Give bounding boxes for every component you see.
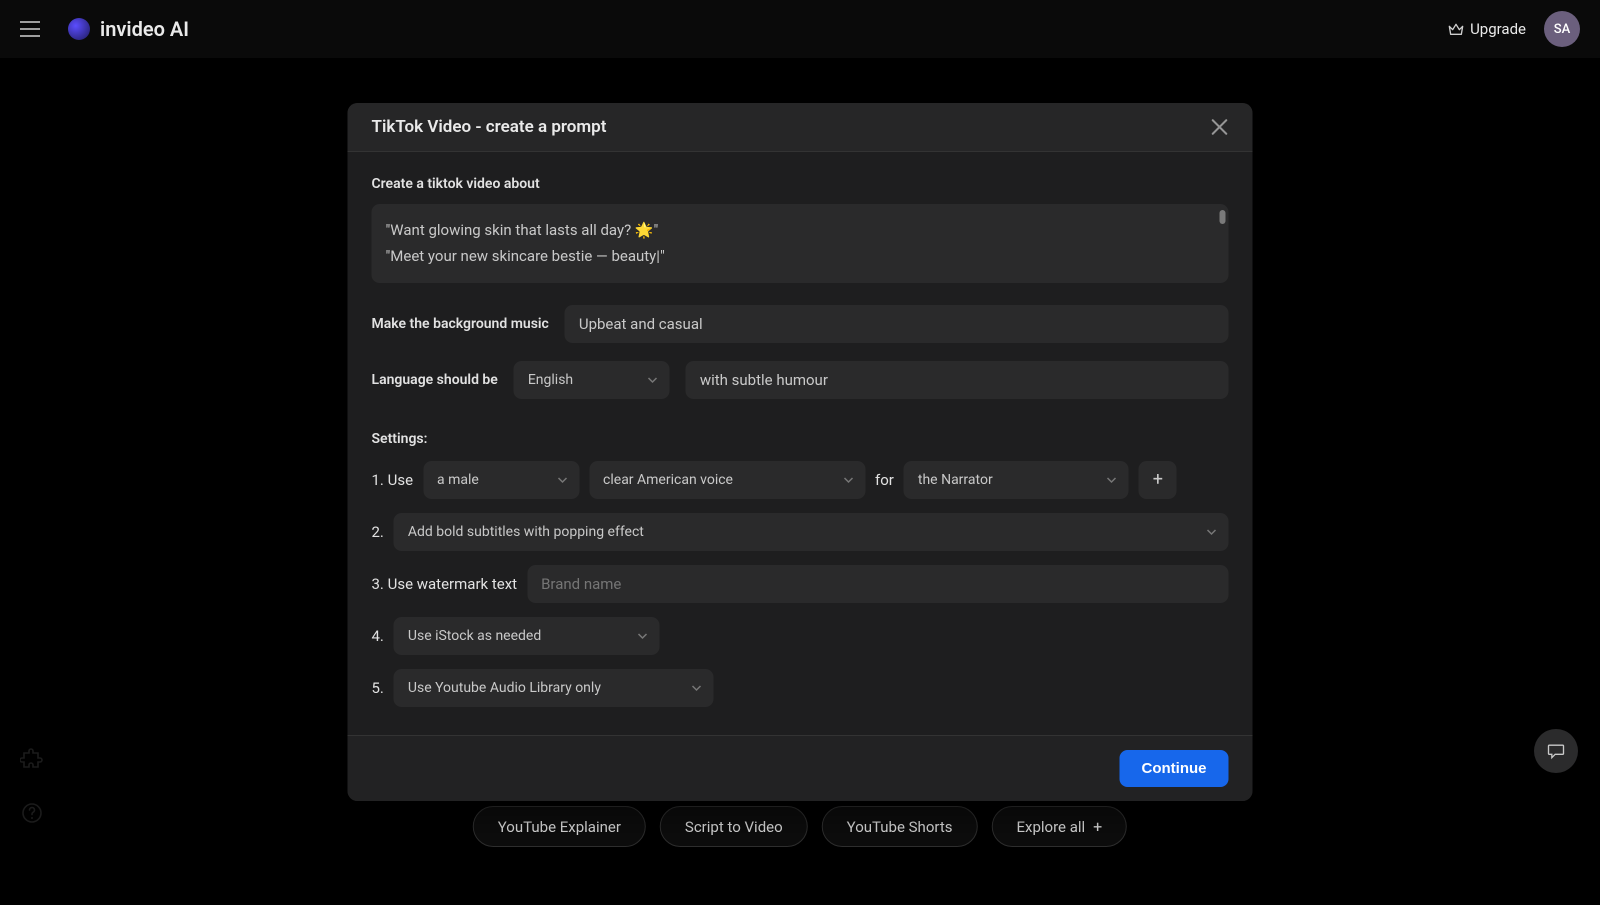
chip-youtube-shorts[interactable]: YouTube Shorts	[822, 806, 978, 847]
chip-label: Explore all	[1016, 818, 1085, 836]
voice-type-select[interactable]: clear American voice	[589, 461, 865, 499]
setting-3-label: 3. Use watermark text	[372, 575, 518, 593]
language-label: Language should be	[372, 372, 498, 388]
for-label: for	[875, 471, 894, 489]
avatar-initials: SA	[1554, 22, 1571, 37]
chip-label: Script to Video	[685, 818, 783, 836]
voice-gender-select[interactable]: a male	[423, 461, 579, 499]
chevron-down-icon	[648, 375, 658, 385]
setting-row-5: 5. Use Youtube Audio Library only	[372, 669, 1229, 707]
upgrade-button[interactable]: Upgrade	[1448, 20, 1526, 38]
watermark-input[interactable]	[527, 565, 1228, 603]
chevron-down-icon	[843, 475, 853, 485]
upgrade-label: Upgrade	[1470, 20, 1526, 38]
bg-music-label: Make the background music	[372, 316, 549, 332]
select-value: the Narrator	[918, 472, 993, 488]
app-header: invideo AI Upgrade SA	[0, 0, 1600, 58]
prompt-modal: TikTok Video - create a prompt Create a …	[348, 103, 1253, 801]
subtitles-select[interactable]: Add bold subtitles with popping effect	[394, 513, 1229, 551]
select-value: Add bold subtitles with popping effect	[408, 524, 644, 540]
chip-explore-all[interactable]: Explore all +	[991, 806, 1127, 847]
modal-header: TikTok Video - create a prompt	[348, 103, 1253, 152]
chevron-down-icon	[692, 683, 702, 693]
language-select-value: English	[528, 372, 573, 388]
setting-1-label: 1. Use	[372, 471, 414, 489]
bg-music-input[interactable]	[565, 305, 1229, 343]
chevron-down-icon	[1207, 527, 1217, 537]
close-icon[interactable]	[1211, 118, 1229, 136]
setting-2-num: 2.	[372, 523, 384, 541]
chevron-down-icon	[638, 631, 648, 641]
template-chips: YouTube Explainer Script to Video YouTub…	[473, 806, 1127, 847]
add-voice-button[interactable]: +	[1139, 461, 1177, 499]
setting-row-1: 1. Use a male clear American voice for t…	[372, 461, 1229, 499]
modal-body: Create a tiktok video about Make the bac…	[348, 152, 1253, 735]
chevron-down-icon	[1107, 475, 1117, 485]
brand[interactable]: invideo AI	[68, 17, 189, 41]
setting-5-num: 5.	[372, 679, 384, 697]
prompt-textarea[interactable]	[372, 204, 1229, 283]
setting-4-num: 4.	[372, 627, 384, 645]
continue-button[interactable]: Continue	[1120, 750, 1229, 787]
modal-footer: Continue	[348, 735, 1253, 801]
menu-icon[interactable]	[20, 17, 44, 41]
audio-library-select[interactable]: Use Youtube Audio Library only	[394, 669, 714, 707]
avatar[interactable]: SA	[1544, 11, 1580, 47]
chevron-down-icon	[557, 475, 567, 485]
settings-label: Settings:	[372, 431, 1229, 447]
chat-icon	[1546, 741, 1566, 761]
crown-icon	[1448, 22, 1464, 36]
chip-script-to-video[interactable]: Script to Video	[660, 806, 808, 847]
voice-role-select[interactable]: the Narrator	[904, 461, 1129, 499]
plus-icon: +	[1153, 471, 1163, 489]
plus-icon: +	[1093, 817, 1102, 836]
select-value: clear American voice	[603, 472, 733, 488]
select-value: Use Youtube Audio Library only	[408, 680, 601, 696]
brand-logo-icon	[68, 18, 90, 40]
setting-row-4: 4. Use iStock as needed	[372, 617, 1229, 655]
select-value: Use iStock as needed	[408, 628, 541, 644]
chat-bubble-button[interactable]	[1534, 729, 1578, 773]
prompt-section-label: Create a tiktok video about	[372, 176, 1229, 192]
setting-row-3: 3. Use watermark text	[372, 565, 1229, 603]
scrollbar-thumb[interactable]	[1220, 210, 1226, 224]
brand-text: invideo AI	[100, 17, 189, 41]
select-value: a male	[437, 472, 479, 488]
language-tone-input[interactable]	[686, 361, 1229, 399]
modal-title: TikTok Video - create a prompt	[372, 117, 607, 137]
chip-label: YouTube Shorts	[847, 818, 953, 836]
stock-select[interactable]: Use iStock as needed	[394, 617, 660, 655]
setting-row-2: 2. Add bold subtitles with popping effec…	[372, 513, 1229, 551]
chip-label: YouTube Explainer	[498, 818, 621, 836]
language-select[interactable]: English	[514, 361, 670, 399]
chip-youtube-explainer[interactable]: YouTube Explainer	[473, 806, 646, 847]
